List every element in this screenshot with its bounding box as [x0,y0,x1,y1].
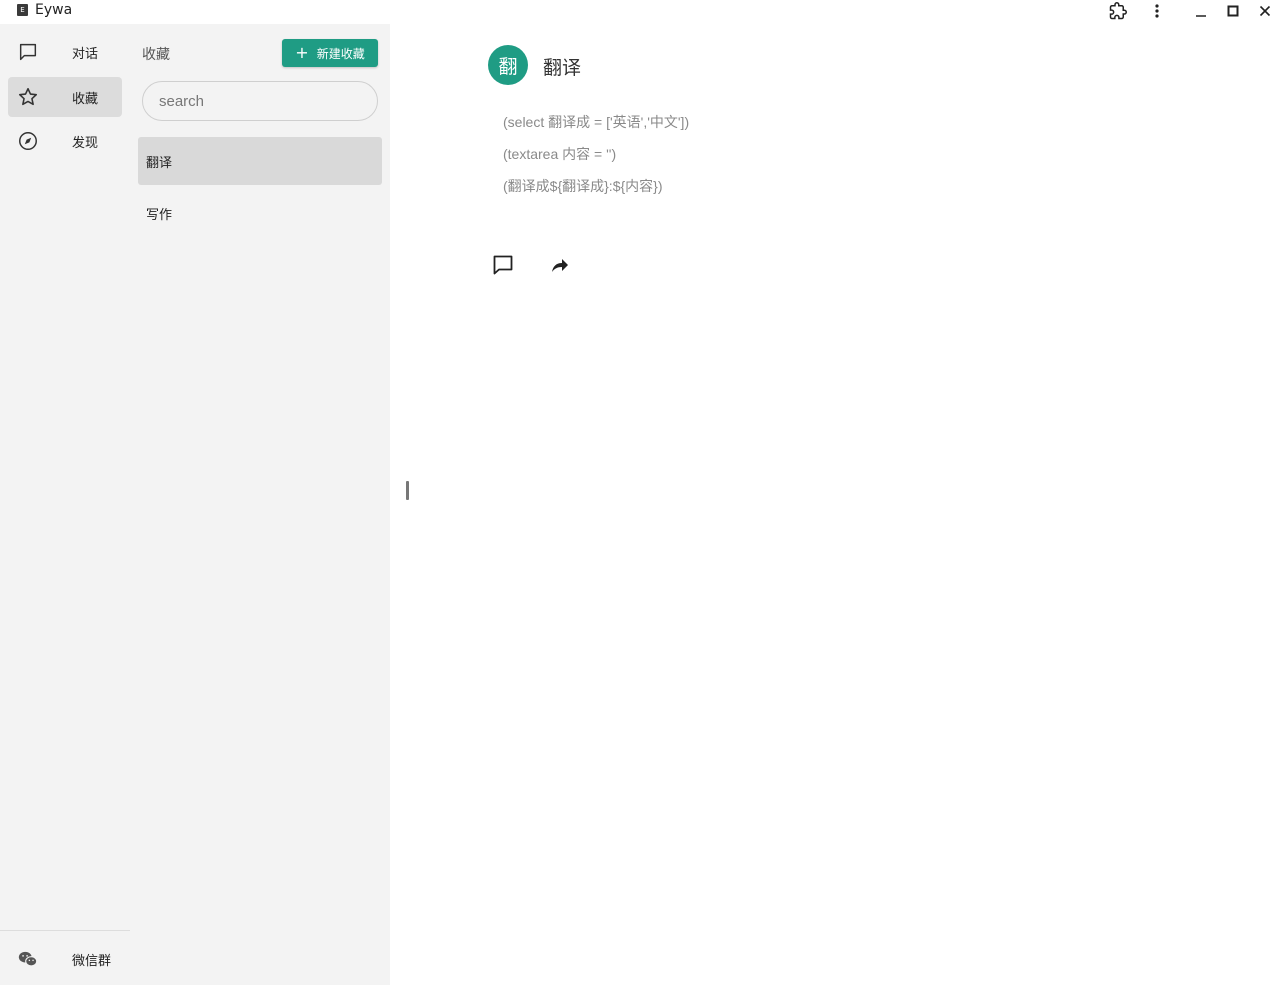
list-item[interactable]: 写作 [138,189,382,237]
resize-handle[interactable] [406,481,409,500]
page-title: 翻译 [543,57,582,79]
rail-item-discover[interactable]: 发现 [8,121,122,161]
rail-item-label: 收藏 [72,92,99,107]
close-icon [1259,5,1271,17]
prompt-line: (textarea 内容 = '') [503,146,617,162]
maximize-button[interactable] [1220,0,1246,22]
new-favorite-button[interactable]: + 新建收藏 [282,39,378,67]
rail-item-wechat-group[interactable]: 微信群 [8,939,122,979]
chat-bubble-icon [19,43,37,61]
new-favorite-label: 新建收藏 [316,46,365,61]
title-bar: E Eywa [0,0,1278,24]
more-menu-button[interactable] [1144,0,1170,22]
more-vertical-icon [1155,4,1159,18]
wechat-icon [18,951,38,967]
window-title: Eywa [35,2,73,18]
rail-item-chat[interactable]: 对话 [8,32,122,72]
rail-divider [0,930,130,931]
puzzle-icon [1109,2,1127,20]
extension-button[interactable] [1105,0,1131,22]
rail-item-label: 微信群 [72,954,112,969]
share-button[interactable] [548,253,572,277]
panel-title: 收藏 [142,47,170,63]
rail-item-label: 发现 [72,136,99,151]
close-button[interactable] [1252,0,1278,22]
minimize-button[interactable] [1188,0,1214,22]
minimize-icon [1196,15,1206,17]
chat-icon [493,255,513,275]
share-icon [552,259,568,272]
list-item[interactable]: 翻译 [138,137,382,185]
favorites-panel: 收藏 + 新建收藏 翻译 写作 [130,24,390,985]
avatar: 翻 [488,45,528,85]
list-item-label: 翻译 [146,156,173,171]
nav-rail: 对话 收藏 发现 微信群 [0,24,130,985]
start-chat-button[interactable] [491,253,515,277]
rail-item-label: 对话 [72,47,99,62]
list-item-label: 写作 [146,208,173,223]
plus-icon: + [295,43,309,62]
app-icon: E [17,4,28,16]
search-input[interactable] [142,81,378,121]
maximize-icon [1227,5,1239,17]
rail-item-favorites[interactable]: 收藏 [8,77,122,117]
prompt-line: (select 翻译成 = ['英语','中文']) [503,114,690,130]
prompt-line: (翻译成${翻译成}:${内容}) [503,178,663,194]
compass-icon [19,132,37,150]
star-icon [18,87,38,106]
